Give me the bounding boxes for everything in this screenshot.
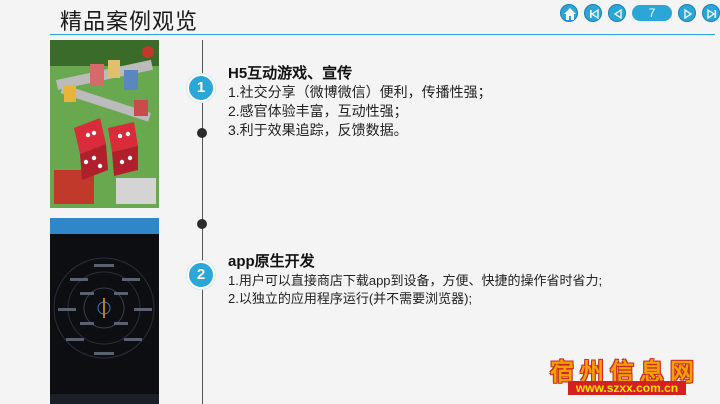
section-text-line: 2.以独立的应用程序运行(并不需要浏览器); [228, 291, 473, 306]
section-text-line: 2.感官体验丰富，互动性强； [228, 103, 408, 119]
watermark-url: www.szxx.com.cn [568, 381, 686, 395]
h5-game-screenshot [50, 40, 159, 208]
last-page-icon[interactable] [702, 4, 720, 22]
section-text-line: 1.用户可以直接商店下载app到设备，方便、快捷的操作省时省力; [228, 273, 603, 288]
section-number-badge: 2 [187, 261, 215, 289]
timeline-dot [197, 128, 207, 138]
section-title: H5互动游戏、宣传 [228, 65, 353, 82]
timeline-dot [197, 219, 207, 229]
native-app-screenshot [50, 218, 159, 404]
next-page-icon[interactable] [678, 4, 696, 22]
section-text-line: 1.社交分享（微博微信）便利，传播性强； [228, 84, 492, 100]
title-divider [50, 34, 715, 35]
page-title: 精品案例观览 [60, 9, 199, 34]
section-title: app原生开发 [228, 253, 315, 270]
section-number-badge: 1 [187, 74, 215, 102]
first-page-icon[interactable] [584, 4, 602, 22]
section-text-line: 3.利于效果追踪，反馈数据。 [228, 122, 408, 138]
home-icon[interactable] [560, 4, 578, 22]
page-number: 7 [632, 5, 672, 21]
prev-page-icon[interactable] [608, 4, 626, 22]
